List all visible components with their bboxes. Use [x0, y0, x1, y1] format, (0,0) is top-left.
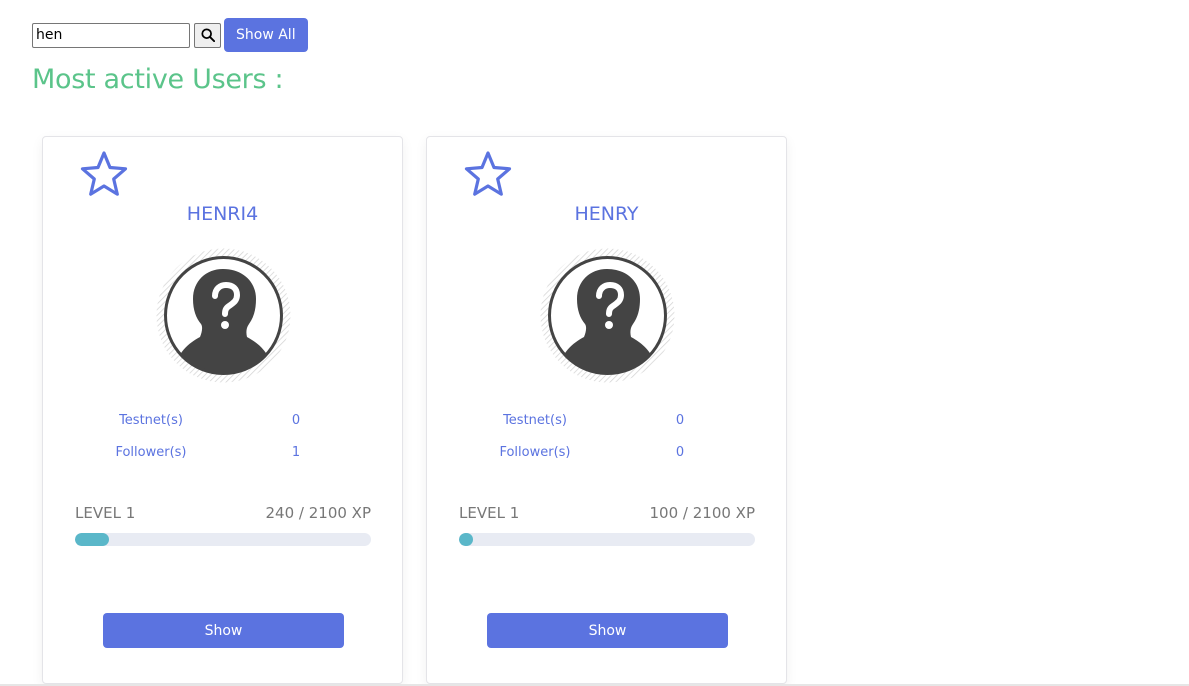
xp-progress-fill: [459, 533, 474, 546]
stat-value: 0: [291, 413, 301, 428]
level-label: LEVEL 1: [75, 504, 136, 522]
xp-text: 240 / 2100 XP: [265, 504, 371, 522]
xp-progress-bar: [459, 533, 755, 546]
show-button[interactable]: Show: [103, 613, 344, 648]
search-input[interactable]: [32, 22, 190, 48]
xp-text: 100 / 2100 XP: [649, 504, 755, 522]
stat-label: Testnet(s): [119, 413, 183, 428]
level-row: LEVEL 1 100 / 2100 XP: [459, 504, 755, 522]
star-outline-icon[interactable]: [463, 149, 513, 199]
stat-value: 0: [675, 413, 685, 428]
stat-value: 0: [675, 445, 685, 460]
search-button[interactable]: [194, 22, 221, 48]
stat-row-followers: Follower(s) 0: [427, 445, 786, 477]
user-stats: Testnet(s) 0 Follower(s) 1: [43, 413, 402, 477]
stat-value: 1: [291, 445, 301, 460]
stat-label: Testnet(s): [503, 413, 567, 428]
xp-progress-fill: [75, 533, 109, 546]
stat-row-followers: Follower(s) 1: [43, 445, 402, 477]
show-button[interactable]: Show: [487, 613, 728, 648]
username: HENRY: [574, 203, 639, 225]
search-icon: [200, 28, 215, 42]
stat-label: Follower(s): [115, 445, 187, 460]
star-outline-icon[interactable]: [79, 149, 129, 199]
show-all-button[interactable]: Show All: [224, 18, 308, 52]
stat-row-testnets: Testnet(s) 0: [427, 413, 786, 445]
user-card: HENRI4 Testnet(s) 0 Follower(s) 1 LEVEL …: [42, 136, 403, 684]
stat-row-testnets: Testnet(s) 0: [43, 413, 402, 445]
xp-progress-bar: [75, 533, 371, 546]
user-card-list: HENRI4 Testnet(s) 0 Follower(s) 1 LEVEL …: [42, 136, 787, 684]
page-title: Most active Users :: [32, 64, 284, 95]
user-stats: Testnet(s) 0 Follower(s) 0: [427, 413, 786, 477]
unknown-user-avatar-icon: [156, 248, 291, 383]
username: HENRI4: [186, 203, 259, 225]
level-row: LEVEL 1 240 / 2100 XP: [75, 504, 371, 522]
search-bar: Show All: [32, 18, 308, 52]
level-label: LEVEL 1: [459, 504, 520, 522]
user-card: HENRY Testnet(s) 0 Follower(s) 0 LEVEL 1…: [426, 136, 787, 684]
unknown-user-avatar-icon: [540, 248, 675, 383]
stat-label: Follower(s): [499, 445, 571, 460]
